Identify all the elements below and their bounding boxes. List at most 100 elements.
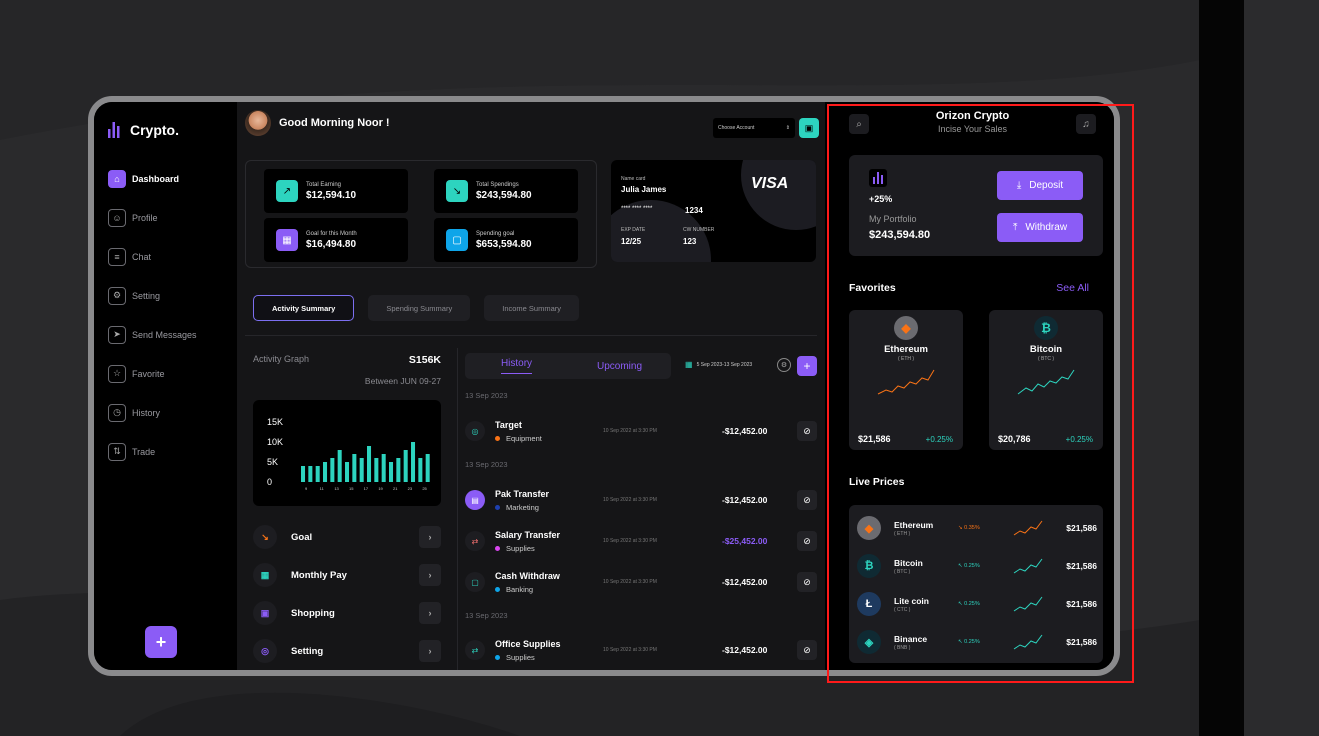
transaction-row[interactable]: ⇄ Office Supplies Supplies 10 Sep 2022 at… <box>465 633 817 667</box>
chevron-right-icon[interactable]: › <box>419 526 441 548</box>
updown-icon: ⇕ <box>785 125 790 131</box>
transfer-icon: ▤ <box>465 490 485 510</box>
card-decoration <box>741 160 816 230</box>
divider <box>245 335 817 336</box>
x-tick-label: 19 <box>378 486 383 491</box>
quick-label: Monthly Pay <box>291 569 347 581</box>
transaction-amount: -$25,452.00 <box>722 536 768 546</box>
tab-activity-summary[interactable]: Activity Summary <box>253 295 355 321</box>
sidebar-item-trade[interactable]: ⇅ Trade <box>108 441 228 462</box>
choose-account-label: Choose Account <box>718 125 755 131</box>
sidebar-item-label: Favorite <box>132 368 165 379</box>
transaction-row[interactable]: ▢ Cash Withdraw Banking 10 Sep 2022 at 3:… <box>465 565 817 599</box>
transaction-category: Supplies <box>506 652 535 662</box>
wallet-icon[interactable]: ▣ <box>799 118 819 138</box>
attachment-icon[interactable]: ⊘ <box>797 421 817 441</box>
sidebar-item-setting[interactable]: ⚙ Setting <box>108 285 228 306</box>
transaction-time: 10 Sep 2022 at 3:30 PM <box>603 538 657 544</box>
x-tick-label: 23 <box>408 486 413 491</box>
cvv-label: CW NUMBER <box>683 227 715 233</box>
transaction-time: 10 Sep 2022 at 3:30 PM <box>603 428 657 434</box>
tab-history[interactable]: History <box>465 353 568 379</box>
chevron-right-icon[interactable]: › <box>419 564 441 586</box>
tab-spending-summary[interactable]: Spending Summary <box>368 295 471 321</box>
trend-down-icon: ↘ <box>446 180 468 202</box>
quick-label: Shopping <box>291 607 335 619</box>
transaction-name: Cash Withdraw <box>495 570 560 581</box>
chat-icon: ≡ <box>108 247 126 266</box>
chevron-right-icon[interactable]: › <box>419 602 441 624</box>
x-tick-label: 11 <box>320 486 325 491</box>
sidebar-item-profile[interactable]: ☺ Profile <box>108 207 228 228</box>
settings-icon[interactable]: ⚙ <box>777 358 791 372</box>
sidebar-item-send-messages[interactable]: ➤ Send Messages <box>108 324 228 345</box>
attachment-icon[interactable]: ⊘ <box>797 490 817 510</box>
transaction-name: Pak Transfer <box>495 488 550 499</box>
quick-monthly-pay[interactable]: ▦ Monthly Pay › <box>253 562 441 588</box>
activity-bar <box>301 466 306 482</box>
quick-goal[interactable]: ↘ Goal › <box>253 524 441 550</box>
sidebar-item-history[interactable]: ◷ History <box>108 402 228 423</box>
activity-bar <box>359 458 364 482</box>
exp-date: 12/25 <box>621 237 642 246</box>
attachment-icon[interactable]: ⊘ <box>797 640 817 660</box>
visa-logo: VISA <box>751 175 789 192</box>
swap-icon: ⇄ <box>465 640 485 660</box>
goal-icon: ↘ <box>253 525 277 549</box>
add-transaction-button[interactable]: + <box>797 356 817 376</box>
stat-value: $16,494.80 <box>306 238 357 250</box>
transaction-amount: -$12,452.00 <box>722 645 768 655</box>
tab-upcoming[interactable]: Upcoming <box>568 353 671 379</box>
stat-spending-goal: ▢ Spending goal $653,594.80 <box>434 218 578 262</box>
sidebar-item-dashboard[interactable]: ⌂ Dashboard <box>108 168 228 189</box>
sidebar-item-label: Send Messages <box>132 329 197 340</box>
avatar[interactable] <box>245 110 271 136</box>
x-tick-label: 13 <box>334 486 339 491</box>
sidebar-item-chat[interactable]: ≡ Chat <box>108 246 228 267</box>
quick-shopping[interactable]: ▣ Shopping › <box>253 600 441 626</box>
category-dot <box>495 586 500 592</box>
activity-bar <box>389 462 394 482</box>
activity-bar <box>330 458 335 482</box>
stat-value: $243,594.80 <box>476 189 532 201</box>
logo-bars-icon <box>108 122 120 138</box>
sidebar-item-label: Profile <box>132 212 158 223</box>
transaction-time: 10 Sep 2022 at 3:30 PM <box>603 497 657 503</box>
activity-bar <box>411 442 416 482</box>
transaction-row[interactable]: ◎ Target Equipment 10 Sep 2022 at 3:30 PM… <box>465 414 817 448</box>
tab-income-summary[interactable]: Income Summary <box>484 295 580 321</box>
exchange-icon: ⇄ <box>465 531 485 551</box>
target-icon: ◎ <box>465 421 485 441</box>
stat-label: Spending goal <box>476 230 515 237</box>
cvv-number: 123 <box>683 237 697 246</box>
category-dot <box>495 654 500 660</box>
trend-up-icon: ↗ <box>276 180 298 202</box>
transaction-row[interactable]: ⇄ Salary Transfer Supplies 10 Sep 2022 at… <box>465 524 817 558</box>
attachment-icon[interactable]: ⊘ <box>797 531 817 551</box>
quick-setting[interactable]: ◎ Setting › <box>253 638 441 664</box>
choose-account-select[interactable]: Choose Account ⇕ <box>713 118 795 138</box>
sidebar: Crypto. ⌂ Dashboard ☺ Profile ≡ Chat ⚙ Setti… <box>94 102 237 670</box>
wallet-icon: ▢ <box>465 572 485 592</box>
stat-label: Total Earning <box>306 181 342 188</box>
stat-value: $12,594.10 <box>306 189 357 201</box>
transaction-row[interactable]: ▤ Pak Transfer Marketing 10 Sep 2022 at 3… <box>465 483 817 517</box>
gear-icon: ◎ <box>253 639 277 663</box>
activity-bar <box>367 446 372 482</box>
sidebar-item-label: Setting <box>132 290 161 301</box>
chevron-right-icon[interactable]: › <box>419 640 441 662</box>
date-range[interactable]: ▦ 5 Sep 2023-13 Sep 2023 <box>685 360 752 369</box>
tab-label: History <box>500 358 533 374</box>
add-button[interactable]: + <box>145 626 177 658</box>
calendar-icon: ▦ <box>685 360 693 369</box>
activity-bar <box>403 450 408 482</box>
logo-text: Crypto. <box>130 122 179 138</box>
attachment-icon[interactable]: ⊘ <box>797 572 817 592</box>
credit-card[interactable]: Name card Julia James VISA **** **** ***… <box>611 160 816 262</box>
app-logo[interactable]: Crypto. <box>108 122 179 138</box>
sidebar-item-favorite[interactable]: ☆ Favorite <box>108 363 228 384</box>
y-tick-label: 10K <box>267 437 283 447</box>
stat-goal-month: ▦ Goal for this Month $16,494.80 <box>264 218 408 262</box>
activity-graph-header: Activity Graph S156K Between JUN 09-27 <box>253 354 441 386</box>
stat-total-spendings: ↘ Total Spendings $243,594.80 <box>434 169 578 213</box>
